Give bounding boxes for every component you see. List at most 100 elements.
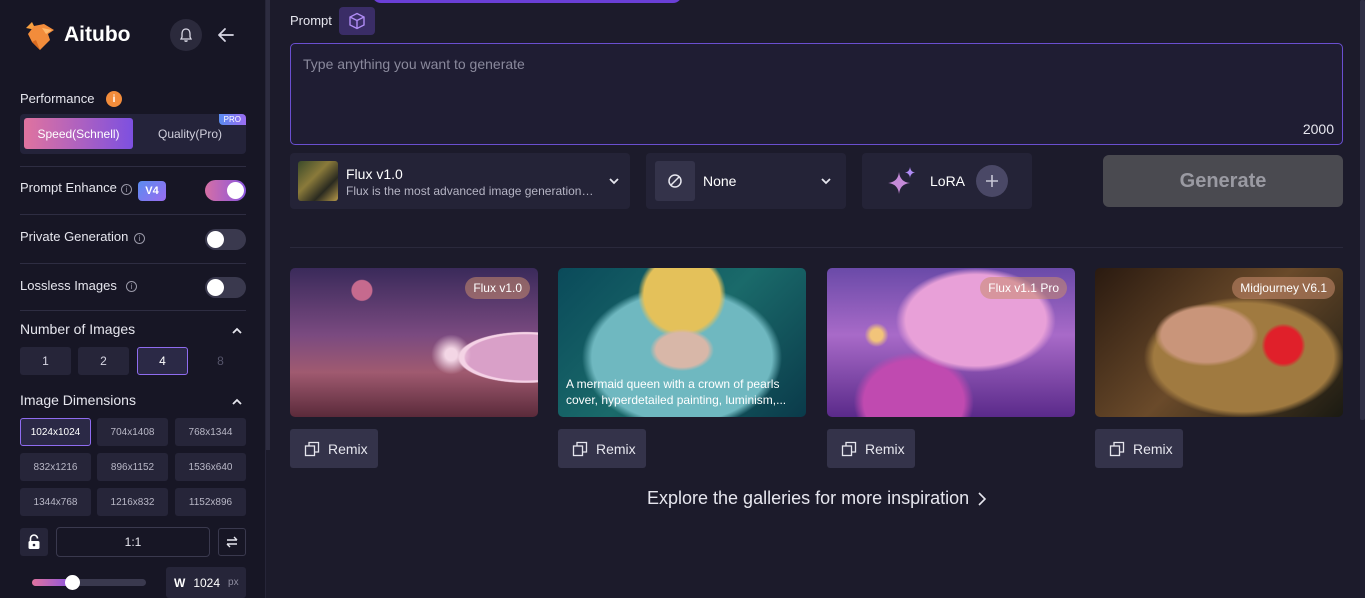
remix-button[interactable]: Remix — [290, 429, 378, 468]
divider — [20, 310, 246, 311]
top-accent-bar — [372, 0, 682, 3]
style-thumbnail — [655, 161, 695, 201]
divider — [20, 214, 246, 215]
aspect-lock-button[interactable] — [20, 528, 48, 556]
divider — [20, 166, 246, 167]
prompt-library-button[interactable] — [339, 7, 375, 35]
lora-label: LoRA — [930, 173, 966, 189]
gallery-card[interactable]: Midjourney V6.1 — [1095, 268, 1343, 417]
chevron-right-icon — [978, 491, 987, 506]
performance-option-speed[interactable]: Speed(Schnell) — [24, 118, 133, 149]
card-caption: A mermaid queen with a crown of pearls c… — [566, 377, 787, 407]
lossless-images-label: Lossless Images — [20, 278, 117, 293]
image-count-4[interactable]: 4 — [137, 347, 188, 375]
model-selector[interactable]: Flux v1.0 Flux is the most advanced imag… — [290, 153, 630, 209]
performance-info-icon[interactable]: i — [106, 91, 122, 107]
performance-option-quality-label: Quality(Pro) — [157, 126, 222, 141]
chevron-up-icon[interactable] — [231, 325, 243, 337]
private-generation-toggle[interactable] — [205, 229, 246, 250]
aspect-ratio-field[interactable]: 1:1 — [56, 527, 210, 557]
dimension-704x1408[interactable]: 704x1408 — [97, 418, 168, 446]
fox-logo-icon — [26, 22, 54, 50]
lora-selector: LoRA — [862, 153, 1032, 209]
width-unit: px — [228, 577, 239, 588]
style-name: None — [703, 173, 737, 189]
dimension-896x1152[interactable]: 896x1152 — [97, 453, 168, 481]
main-panel: Prompt 2000 Flux v1.0 Flux is the most a… — [270, 0, 1365, 598]
remix-button[interactable]: Remix — [827, 429, 915, 468]
prompt-enhance-info-icon[interactable]: i — [121, 184, 132, 195]
remix-button[interactable]: Remix — [1095, 429, 1183, 468]
chevron-up-icon[interactable] — [231, 396, 243, 408]
private-generation-label: Private Generation — [20, 229, 129, 244]
explore-galleries-link[interactable]: Explore the galleries for more inspirati… — [647, 488, 987, 509]
dimension-1344x768[interactable]: 1344x768 — [20, 488, 91, 516]
prompt-enhance-toggle[interactable] — [205, 180, 246, 201]
main-scrollbar-thumb[interactable] — [1360, 0, 1365, 420]
gallery-card[interactable]: Flux v1.0 — [290, 268, 538, 417]
dimension-1216x832[interactable]: 1216x832 — [97, 488, 168, 516]
main-scrollbar[interactable] — [1360, 0, 1365, 598]
pro-badge: PRO — [218, 114, 246, 125]
char-count: 2000 — [1302, 121, 1334, 137]
remix-label: Remix — [1133, 440, 1173, 457]
performance-label: Performance — [20, 91, 95, 106]
dimension-1152x896[interactable]: 1152x896 — [175, 488, 246, 516]
notifications-button[interactable] — [170, 19, 202, 51]
dimension-832x1216[interactable]: 832x1216 — [20, 453, 91, 481]
swap-icon — [226, 536, 238, 548]
image-dimensions-title: Image Dimensions — [20, 392, 136, 408]
copy-icon — [304, 441, 320, 456]
lossless-images-toggle[interactable] — [205, 277, 246, 298]
performance-selector: Speed(Schnell) Quality(Pro) PRO — [20, 114, 246, 154]
gallery-card[interactable]: A mermaid queen with a crown of pearls c… — [558, 268, 806, 417]
model-tag: Midjourney V6.1 — [1232, 277, 1335, 299]
remix-button[interactable]: Remix — [558, 429, 646, 468]
swap-dimensions-button[interactable] — [218, 528, 246, 556]
width-value[interactable]: 1024 — [193, 576, 220, 590]
toggle-knob — [227, 182, 244, 199]
copy-icon — [841, 441, 857, 456]
image-count-8: 8 — [217, 354, 224, 368]
remix-label: Remix — [865, 440, 905, 457]
collapse-sidebar-button[interactable] — [214, 23, 238, 47]
width-slider-handle[interactable] — [65, 575, 80, 590]
ban-icon — [668, 174, 682, 188]
image-count-1[interactable]: 1 — [20, 347, 71, 375]
dimension-1024x1024[interactable]: 1024x1024 — [20, 418, 91, 446]
plus-icon — [986, 175, 998, 187]
dimension-768x1344[interactable]: 768x1344 — [175, 418, 246, 446]
style-selector[interactable]: None — [646, 153, 846, 209]
toggle-knob — [207, 279, 224, 296]
arrow-left-icon — [218, 28, 234, 42]
copy-icon — [572, 441, 588, 456]
prompt-box: 2000 — [290, 43, 1343, 145]
sparkles-icon — [888, 167, 915, 194]
sidebar: Aitubo Performance i Speed(Schnell) Qual… — [0, 0, 266, 598]
model-description: Flux is the most advanced image generati… — [346, 184, 596, 198]
add-lora-button[interactable] — [976, 165, 1008, 197]
remix-label: Remix — [596, 440, 636, 457]
model-thumbnail — [298, 161, 338, 201]
width-slider[interactable] — [32, 575, 146, 590]
gallery-card[interactable]: Flux v1.1 Pro — [827, 268, 1075, 417]
private-generation-info-icon[interactable]: i — [134, 233, 145, 244]
model-name: Flux v1.0 — [346, 166, 403, 182]
prompt-input[interactable] — [291, 44, 1342, 144]
app-root: Aitubo Performance i Speed(Schnell) Qual… — [0, 0, 1365, 598]
width-input[interactable]: W 1024 px — [166, 567, 246, 598]
lossless-images-info-icon[interactable]: i — [126, 281, 137, 292]
chevron-down-icon — [821, 178, 831, 185]
generate-button[interactable]: Generate — [1103, 155, 1343, 207]
dimension-1536x640[interactable]: 1536x640 — [175, 453, 246, 481]
number-of-images-title: Number of Images — [20, 321, 136, 337]
toggle-knob — [207, 231, 224, 248]
lock-icon — [28, 534, 40, 549]
width-label: W — [174, 575, 186, 590]
prompt-enhance-version-badge: V4 — [138, 181, 166, 201]
image-count-2[interactable]: 2 — [78, 347, 129, 375]
brand[interactable]: Aitubo — [22, 18, 130, 52]
chevron-down-icon — [609, 178, 619, 185]
prompt-enhance-label: Prompt Enhance — [20, 180, 117, 195]
remix-label: Remix — [328, 440, 368, 457]
